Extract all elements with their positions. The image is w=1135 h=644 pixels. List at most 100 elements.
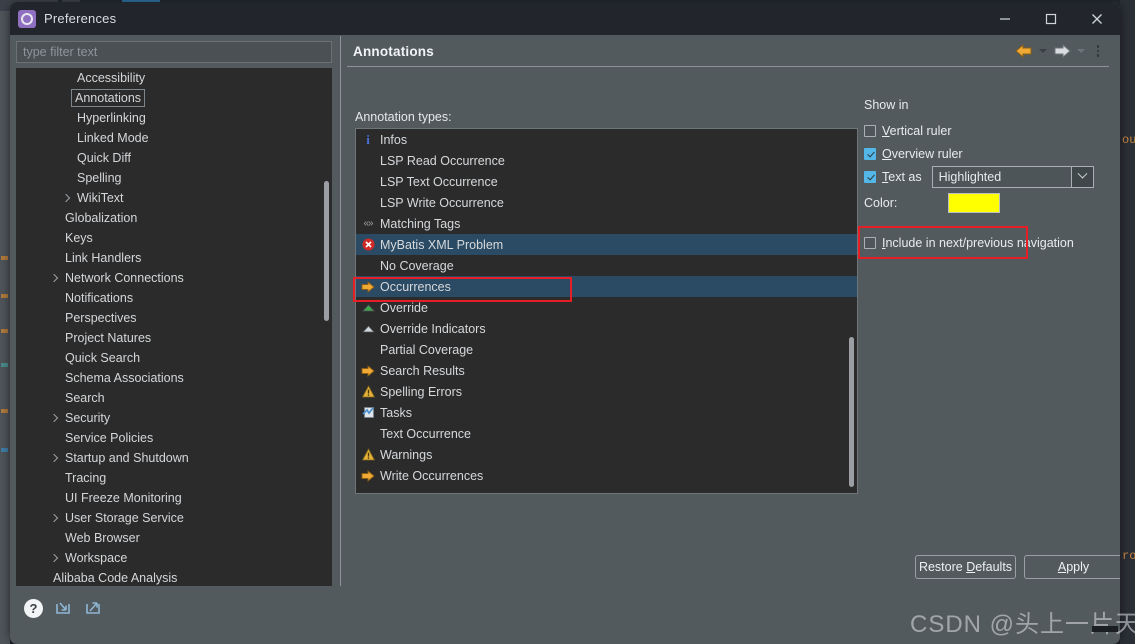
annotation-type-row[interactable]: No Coverage — [356, 255, 857, 276]
sidebar-item-spelling[interactable]: Spelling — [16, 168, 332, 188]
kebab-menu-icon[interactable] — [1089, 40, 1107, 62]
expand-chevron-icon[interactable] — [48, 413, 59, 424]
sidebar-item-annotations[interactable]: Annotations — [16, 88, 332, 108]
annotation-type-row[interactable]: Spelling Errors — [356, 381, 857, 402]
color-swatch-button[interactable] — [948, 193, 1000, 213]
list-scrollbar-thumb[interactable] — [849, 337, 854, 487]
background-code-text: ro — [1122, 549, 1135, 563]
sidebar-item-label: Perspectives — [65, 311, 137, 325]
annotation-type-row[interactable]: Partial Coverage — [356, 339, 857, 360]
back-arrow-icon[interactable] — [1013, 40, 1035, 62]
help-icon[interactable]: ? — [24, 598, 43, 618]
forward-arrow-icon[interactable] — [1051, 40, 1073, 62]
expand-chevron-icon[interactable] — [48, 553, 59, 564]
no-icon — [360, 258, 376, 274]
overview-ruler-checkbox[interactable] — [864, 147, 876, 160]
annotation-type-row[interactable]: i Infos — [356, 129, 857, 150]
no-icon — [360, 153, 376, 169]
sidebar-item-network-connections[interactable]: Network Connections — [16, 268, 332, 288]
text-as-row[interactable]: Text as Highlighted — [864, 165, 1115, 188]
sidebar-item-quick-search[interactable]: Quick Search — [16, 348, 332, 368]
annotation-type-row[interactable]: Occurrences — [356, 276, 857, 297]
sidebar-item-label: Project Natures — [65, 331, 152, 345]
expand-chevron-icon[interactable] — [48, 513, 59, 524]
annotation-type-row[interactable]: Override Indicators — [356, 318, 857, 339]
chevron-down-icon[interactable] — [1070, 166, 1093, 187]
preferences-tree[interactable]: Accessibility Annotations Hyperlinking Link… — [16, 68, 332, 586]
maximize-button[interactable] — [1028, 2, 1074, 35]
dialog-title: Preferences — [44, 11, 117, 26]
restore-defaults-button[interactable]: Restore Defaults — [915, 555, 1016, 579]
apply-button[interactable]: Apply — [1024, 555, 1120, 579]
sidebar-item-startup-and-shutdown[interactable]: Startup and Shutdown — [16, 448, 332, 468]
sidebar-item-label: WikiText — [77, 191, 124, 205]
gear-icon — [18, 9, 36, 28]
sidebar-item-tracing[interactable]: Tracing — [16, 468, 332, 488]
sidebar-item-quick-diff[interactable]: Quick Diff — [16, 148, 332, 168]
sidebar-item-schema-associations[interactable]: Schema Associations — [16, 368, 332, 388]
annotation-type-row[interactable]: LSP Text Occurrence — [356, 171, 857, 192]
sidebar-item-label: Network Connections — [65, 271, 184, 285]
text-as-dropdown[interactable]: Highlighted — [931, 165, 1094, 188]
annotation-type-label: Override — [380, 300, 428, 315]
color-row: Color: — [864, 188, 1115, 218]
annotation-type-row[interactable]: Write Occurrences — [356, 465, 857, 486]
warning-icon — [360, 447, 376, 463]
sidebar-item-label: Spelling — [77, 171, 122, 185]
sidebar-item-globalization[interactable]: Globalization — [16, 208, 332, 228]
sidebar-item-wikitext[interactable]: WikiText — [16, 188, 332, 208]
tree-scrollbar-thumb[interactable] — [324, 181, 329, 321]
annotation-type-row[interactable]: MyBatis XML Problem — [356, 234, 857, 255]
sidebar-item-project-natures[interactable]: Project Natures — [16, 328, 332, 348]
sidebar-item-service-policies[interactable]: Service Policies — [16, 428, 332, 448]
sidebar-item-perspectives[interactable]: Perspectives — [16, 308, 332, 328]
annotation-type-row[interactable]: Warnings — [356, 444, 857, 465]
annotation-type-row[interactable]: LSP Write Occurrence — [356, 192, 857, 213]
annotation-type-row[interactable]: Override — [356, 297, 857, 318]
no-icon — [360, 342, 376, 358]
info-icon: i — [366, 131, 370, 147]
sidebar-item-accessibility[interactable]: Accessibility — [16, 68, 332, 88]
dialog-titlebar: Preferences — [10, 2, 1120, 35]
vertical-ruler-row[interactable]: Vertical ruler — [864, 119, 1115, 142]
back-history-dropdown[interactable] — [1037, 40, 1049, 62]
sidebar-item-hyperlinking[interactable]: Hyperlinking — [16, 108, 332, 128]
annotation-type-row[interactable]: Search Results — [356, 360, 857, 381]
export-icon[interactable] — [83, 598, 103, 618]
annotation-type-row[interactable]: Tasks — [356, 402, 857, 423]
forward-history-dropdown[interactable] — [1075, 40, 1087, 62]
no-icon — [360, 195, 376, 211]
sidebar-item-label: Annotations — [71, 89, 146, 107]
sidebar-item-security[interactable]: Security — [16, 408, 332, 428]
sidebar-item-ui-freeze-monitoring[interactable]: UI Freeze Monitoring — [16, 488, 332, 508]
sidebar-item-link-handlers[interactable]: Link Handlers — [16, 248, 332, 268]
sidebar-item-search[interactable]: Search — [16, 388, 332, 408]
import-icon[interactable] — [53, 598, 73, 618]
apply-label: Apply — [1057, 560, 1090, 574]
expand-chevron-icon[interactable] — [60, 193, 71, 204]
annotation-type-row[interactable]: Text Occurrence — [356, 423, 857, 444]
annotation-type-row[interactable]: «» Matching Tags — [356, 213, 857, 234]
sidebar-item-label: Service Policies — [65, 431, 154, 445]
vertical-ruler-checkbox[interactable] — [864, 124, 876, 137]
close-button[interactable] — [1074, 2, 1120, 35]
sidebar-item-workspace[interactable]: Workspace — [16, 548, 332, 568]
minimize-button[interactable] — [982, 2, 1028, 35]
annotation-type-label: Tasks — [380, 405, 412, 420]
annotation-types-list[interactable]: i Infos LSP Read Occurrence LSP Text Occurr… — [355, 128, 858, 494]
sidebar-item-web-browser[interactable]: Web Browser — [16, 528, 332, 548]
text-as-checkbox[interactable] — [864, 170, 876, 183]
expand-chevron-icon[interactable] — [48, 273, 59, 284]
sidebar-item-user-storage-service[interactable]: User Storage Service — [16, 508, 332, 528]
overview-ruler-row[interactable]: Overview ruler — [864, 142, 1115, 165]
sidebar-item-alibaba-code-analysis[interactable]: Alibaba Code Analysis — [16, 568, 332, 586]
search-input[interactable] — [16, 41, 332, 63]
sidebar-item-keys[interactable]: Keys — [16, 228, 332, 248]
sidebar-item-linked-mode[interactable]: Linked Mode — [16, 128, 332, 148]
sidebar-item-notifications[interactable]: Notifications — [16, 288, 332, 308]
expand-chevron-icon[interactable] — [48, 453, 59, 464]
annotation-type-row[interactable]: LSP Read Occurrence — [356, 150, 857, 171]
